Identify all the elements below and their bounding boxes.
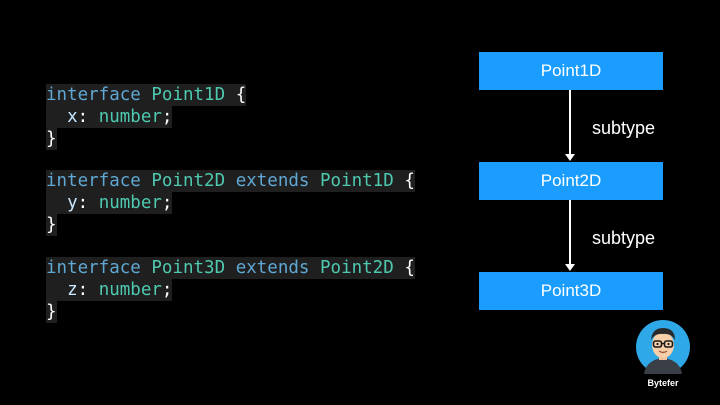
code-line: z: number;: [46, 279, 173, 301]
code-line: interface Point2D extends Point1D {: [46, 170, 415, 192]
arrow-head-icon: [565, 264, 575, 271]
node-point3d: Point3D: [479, 272, 663, 310]
property-type: number: [98, 107, 162, 127]
semicolon: ;: [161, 193, 173, 213]
code-line: }: [46, 214, 57, 236]
keyword: interface: [46, 85, 141, 105]
avatar: [636, 320, 690, 374]
property-type: number: [98, 193, 162, 213]
edge-label-subtype: subtype: [592, 228, 656, 248]
brace: }: [46, 129, 57, 149]
keyword: interface: [46, 258, 141, 278]
node-point2d: Point2D: [479, 162, 663, 200]
type-name: Point3D: [151, 258, 226, 278]
property-type: number: [98, 280, 162, 300]
type-name: Point1D: [151, 85, 226, 105]
code-block-point2d: interface Point2D extends Point1D { y: n…: [46, 170, 415, 236]
node-point1d: Point1D: [479, 52, 663, 90]
edge-label-subtype: subtype: [592, 118, 656, 138]
property-name: x: [67, 107, 78, 127]
brace: {: [235, 85, 247, 105]
edge-line: [569, 200, 571, 264]
code-block-point3d: interface Point3D extends Point2D { z: n…: [46, 257, 415, 323]
code-line: }: [46, 128, 57, 150]
arrow-head-icon: [565, 154, 575, 161]
brand-name: Bytefer: [647, 378, 679, 388]
extends-keyword: extends: [235, 258, 310, 278]
edge-line: [569, 90, 571, 154]
extends-keyword: extends: [235, 171, 310, 191]
brace: {: [404, 258, 415, 278]
parent-type: Point1D: [320, 171, 394, 191]
keyword: interface: [46, 171, 141, 191]
semicolon: ;: [161, 280, 173, 300]
type-name: Point2D: [151, 171, 226, 191]
code-line: interface Point3D extends Point2D {: [46, 257, 415, 279]
code-line: x: number;: [46, 106, 173, 128]
code-line: interface Point1D {: [46, 84, 247, 106]
parent-type: Point2D: [320, 258, 394, 278]
property-name: z: [67, 280, 78, 300]
code-block-point1d: interface Point1D { x: number; }: [46, 84, 247, 150]
brace: }: [46, 215, 57, 235]
avatar-icon: [636, 320, 690, 374]
property-name: y: [67, 193, 78, 213]
code-line: y: number;: [46, 192, 173, 214]
brace: }: [46, 302, 57, 322]
code-line: }: [46, 301, 57, 323]
brace: {: [404, 171, 415, 191]
semicolon: ;: [161, 107, 173, 127]
